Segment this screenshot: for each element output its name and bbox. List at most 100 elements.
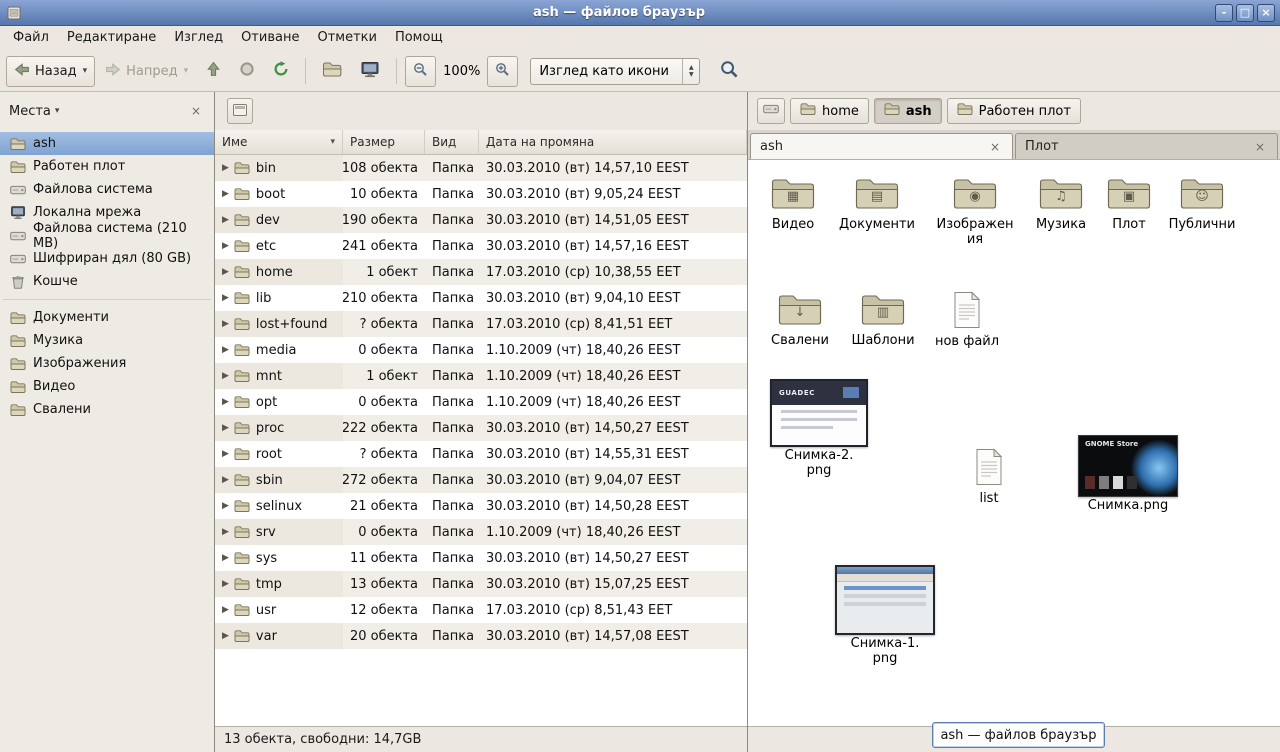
- table-row[interactable]: ▶proc222 обектаПапка30.03.2010 (вт) 14,5…: [215, 415, 747, 441]
- sidebar-item[interactable]: Документи: [0, 306, 214, 329]
- table-row[interactable]: ▶opt0 обектаПапка1.10.2009 (чт) 18,40,26…: [215, 389, 747, 415]
- menu-item[interactable]: Помощ: [386, 26, 452, 51]
- tab[interactable]: Плот×: [1015, 133, 1278, 159]
- expander-icon[interactable]: ▶: [222, 553, 229, 563]
- expander-icon[interactable]: ▶: [222, 631, 229, 641]
- table-row[interactable]: ▶srv0 обектаПапка1.10.2009 (чт) 18,40,26…: [215, 519, 747, 545]
- table-row[interactable]: ▶dev190 обектаПапка30.03.2010 (вт) 14,51…: [215, 207, 747, 233]
- file-item[interactable]: ▥Шаблони: [841, 292, 925, 349]
- table-row[interactable]: ▶lib210 обектаПапка30.03.2010 (вт) 9,04,…: [215, 285, 747, 311]
- view-mode-select[interactable]: Изглед като икони ▲▼: [530, 58, 700, 85]
- file-item[interactable]: ◉Изображен ия: [933, 176, 1017, 248]
- minimize-button[interactable]: -: [1215, 4, 1233, 22]
- table-row[interactable]: ▶lost+found? обектаПапка17.03.2010 (ср) …: [215, 311, 747, 337]
- column-header[interactable]: Дата на промяна: [479, 130, 747, 154]
- file-item[interactable]: ▤Документи: [835, 176, 919, 233]
- sidebar-item[interactable]: Работен плот: [0, 155, 214, 178]
- sidebar-item[interactable]: Изображения: [0, 352, 214, 375]
- expander-icon[interactable]: ▶: [222, 371, 229, 381]
- expander-icon[interactable]: ▶: [222, 449, 229, 459]
- computer-button[interactable]: [352, 55, 388, 88]
- sidebar-item[interactable]: Музика: [0, 329, 214, 352]
- file-item[interactable]: Снимка-1. png: [832, 565, 938, 667]
- expander-icon[interactable]: ▶: [222, 345, 229, 355]
- table-row[interactable]: ▶etc241 обектаПапка30.03.2010 (вт) 14,57…: [215, 233, 747, 259]
- table-row[interactable]: ▶usr12 обектаПапка17.03.2010 (ср) 8,51,4…: [215, 597, 747, 623]
- file-item[interactable]: нов файл: [925, 291, 1009, 350]
- sidebar-item[interactable]: Видео: [0, 375, 214, 398]
- back-button[interactable]: Назад ▾: [6, 56, 95, 87]
- column-header[interactable]: Вид: [425, 130, 479, 154]
- table-row[interactable]: ▶boot10 обектаПапка30.03.2010 (вт) 9,05,…: [215, 181, 747, 207]
- close-button[interactable]: ×: [1257, 4, 1275, 22]
- table-row[interactable]: ▶media0 обектаПапка1.10.2009 (чт) 18,40,…: [215, 337, 747, 363]
- file-item[interactable]: GUADECСнимка-2. png: [767, 379, 871, 479]
- menu-item[interactable]: Редактиране: [58, 26, 165, 51]
- titlebar[interactable]: ash — файлов браузър - □ ×: [0, 0, 1280, 26]
- sidebar-title[interactable]: Места: [9, 104, 51, 119]
- expander-icon[interactable]: ▶: [222, 189, 229, 199]
- table-row[interactable]: ▶home1 обектПапка17.03.2010 (ср) 10,38,5…: [215, 259, 747, 285]
- menu-item[interactable]: Изглед: [165, 26, 232, 51]
- path-button[interactable]: ash: [874, 98, 942, 124]
- table-row[interactable]: ▶bin108 обектаПапка30.03.2010 (вт) 14,57…: [215, 155, 747, 181]
- zoom-out-button[interactable]: [405, 56, 436, 87]
- table-row[interactable]: ▶selinux21 обектаПапка30.03.2010 (вт) 14…: [215, 493, 747, 519]
- sidebar-item[interactable]: Кошче: [0, 270, 214, 293]
- tab-close-button[interactable]: ×: [1252, 140, 1268, 154]
- path-button[interactable]: Работен плот: [947, 98, 1081, 124]
- file-item[interactable]: GNOME StoreСнимка.png: [1075, 435, 1181, 514]
- menu-item[interactable]: Отметки: [308, 26, 385, 51]
- file-item[interactable]: ▣Плот: [1087, 176, 1171, 233]
- expander-icon[interactable]: ▶: [222, 267, 229, 277]
- path-button[interactable]: home: [790, 98, 869, 124]
- file-item[interactable]: list: [947, 448, 1031, 507]
- expander-icon[interactable]: ▶: [222, 397, 229, 407]
- table-row[interactable]: ▶var20 обектаПапка30.03.2010 (вт) 14,57,…: [215, 623, 747, 649]
- sidebar-item[interactable]: Файлова система (210 MB): [0, 224, 214, 247]
- expander-icon[interactable]: ▶: [222, 475, 229, 485]
- forward-button[interactable]: Напред ▾: [97, 56, 196, 87]
- expander-icon[interactable]: ▶: [222, 215, 229, 225]
- file-item[interactable]: ▦Видео: [751, 176, 835, 233]
- table-row[interactable]: ▶mnt1 обектПапка1.10.2009 (чт) 18,40,26 …: [215, 363, 747, 389]
- column-header[interactable]: Име▾: [215, 130, 343, 154]
- expander-icon[interactable]: ▶: [222, 293, 229, 303]
- file-item[interactable]: ↓Свалени: [758, 292, 842, 349]
- location-toggle-button[interactable]: [227, 98, 253, 124]
- up-button[interactable]: [198, 55, 229, 87]
- sidebar-dropdown-icon[interactable]: ▾: [55, 106, 60, 116]
- table-row[interactable]: ▶root? обектаПапка30.03.2010 (вт) 14,55,…: [215, 441, 747, 467]
- expander-icon[interactable]: ▶: [222, 501, 229, 511]
- tab-close-button[interactable]: ×: [987, 140, 1003, 154]
- tab[interactable]: ash×: [750, 133, 1013, 159]
- expander-icon[interactable]: ▶: [222, 319, 229, 329]
- menu-item[interactable]: Файл: [4, 26, 58, 51]
- table-row[interactable]: ▶sys11 обектаПапка30.03.2010 (вт) 14,50,…: [215, 545, 747, 571]
- home-button[interactable]: [314, 55, 350, 88]
- expander-icon[interactable]: ▶: [222, 527, 229, 537]
- taskbar-window-button[interactable]: ash — файлов браузър: [932, 722, 1105, 748]
- sidebar-close-button[interactable]: ×: [187, 102, 205, 120]
- maximize-button[interactable]: □: [1236, 4, 1254, 22]
- pane-root-button[interactable]: [757, 98, 785, 124]
- search-button[interactable]: [712, 54, 747, 89]
- zoom-in-button[interactable]: [487, 56, 518, 87]
- expander-icon[interactable]: ▶: [222, 163, 229, 173]
- file-item[interactable]: ☺Публични: [1160, 176, 1244, 233]
- sidebar-item[interactable]: ash: [0, 132, 214, 155]
- table-row[interactable]: ▶sbin272 обектаПапка30.03.2010 (вт) 9,04…: [215, 467, 747, 493]
- expander-icon[interactable]: ▶: [222, 423, 229, 433]
- expander-icon[interactable]: ▶: [222, 605, 229, 615]
- expander-icon[interactable]: ▶: [222, 241, 229, 251]
- reload-button[interactable]: [265, 55, 297, 87]
- column-header[interactable]: Размер: [343, 130, 425, 154]
- sidebar-item[interactable]: Свалени: [0, 398, 214, 421]
- stop-button[interactable]: [231, 55, 263, 87]
- sidebar-item[interactable]: Шифриран дял (80 GB): [0, 247, 214, 270]
- table-row[interactable]: ▶tmp13 обектаПапка30.03.2010 (вт) 15,07,…: [215, 571, 747, 597]
- icon-view[interactable]: ▦Видео▤Документи◉Изображен ия♫Музика▣Пло…: [748, 160, 1280, 726]
- sidebar-item[interactable]: Файлова система: [0, 178, 214, 201]
- menu-item[interactable]: Отиване: [232, 26, 308, 51]
- expander-icon[interactable]: ▶: [222, 579, 229, 589]
